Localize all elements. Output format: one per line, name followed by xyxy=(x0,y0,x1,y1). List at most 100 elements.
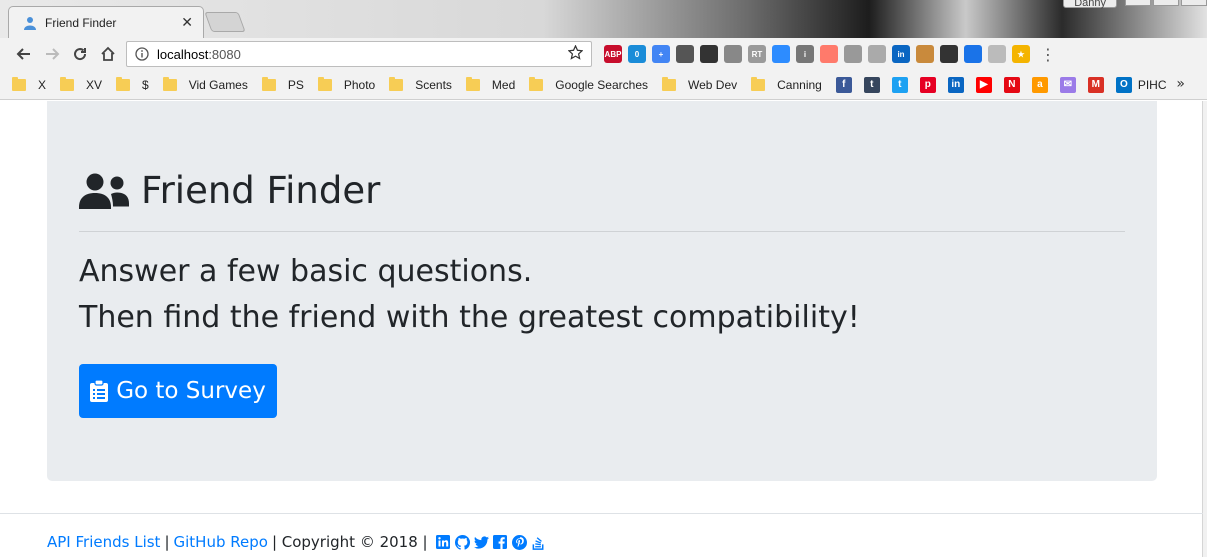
bookmark-label: Canning xyxy=(777,77,822,92)
url-text: localhost:8080 xyxy=(157,47,568,62)
bookmark-folder[interactable]: X xyxy=(12,76,46,92)
maximize-button[interactable] xyxy=(1153,0,1179,6)
bookmark-folder[interactable]: Scents xyxy=(389,76,452,92)
bookmark-star-icon[interactable] xyxy=(567,43,584,64)
page-title-text: Friend Finder xyxy=(141,169,381,212)
twitter-icon[interactable] xyxy=(473,535,489,550)
zoom-icon[interactable] xyxy=(772,45,790,63)
window-titlebar: Friend Finder ✕ Danny xyxy=(0,0,1207,38)
footer-divider xyxy=(0,513,1203,514)
swap-arrows-icon[interactable] xyxy=(964,45,982,63)
star-extension-icon[interactable]: ★ xyxy=(1012,45,1030,63)
stackoverflow-icon[interactable] xyxy=(531,535,546,550)
folder-icon xyxy=(261,76,276,91)
mail-icon[interactable]: ✉ xyxy=(1059,76,1076,93)
bookmark-pihc[interactable]: O PIHC xyxy=(1115,76,1167,93)
url-host: localhost xyxy=(157,46,209,62)
bookmark-folder[interactable]: PS xyxy=(261,76,304,92)
linkedin-icon[interactable]: in xyxy=(947,76,964,93)
profile-button[interactable]: Danny xyxy=(1063,0,1117,9)
bookmark-folder[interactable]: Photo xyxy=(317,76,375,92)
menu-icon[interactable]: ⋮ xyxy=(1040,45,1056,64)
bookmark-folder[interactable]: Google Searches xyxy=(529,76,648,92)
bookmark-folder[interactable]: XV xyxy=(60,76,102,92)
linkedin-icon[interactable] xyxy=(436,535,451,550)
image-search-icon[interactable] xyxy=(724,45,742,63)
folder-icon xyxy=(389,76,404,91)
puzzle-icon[interactable] xyxy=(844,45,862,63)
reload-icon xyxy=(74,48,87,61)
go-to-survey-button[interactable]: Go to Survey xyxy=(79,364,277,418)
folder-icon xyxy=(465,76,480,91)
gmail-icon[interactable]: M xyxy=(1087,76,1104,93)
new-tab-button[interactable] xyxy=(204,12,246,32)
arrow-right-icon[interactable] xyxy=(820,45,838,63)
pdf-icon[interactable] xyxy=(868,45,886,63)
footer: API Friends List | GitHub Repo | Copyrig… xyxy=(47,533,546,551)
close-window-button[interactable] xyxy=(1181,0,1207,6)
fullscreen-icon[interactable] xyxy=(940,45,958,63)
linkedin-icon[interactable]: in xyxy=(892,45,910,63)
bookmark-label: Google Searches xyxy=(555,77,648,92)
amazon-icon[interactable]: a xyxy=(1031,76,1048,93)
folder-icon xyxy=(162,76,177,91)
back-button[interactable] xyxy=(10,40,38,68)
info-icon[interactable]: i xyxy=(796,45,814,63)
rt-icon[interactable]: RT xyxy=(748,45,766,63)
google-plus-box-icon[interactable]: + xyxy=(652,45,670,63)
page-title: Friend Finder xyxy=(79,169,380,212)
twitter-icon[interactable]: t xyxy=(891,76,908,93)
bookmark-folder[interactable]: $ xyxy=(116,76,149,92)
github-repo-link[interactable]: GitHub Repo xyxy=(174,533,268,551)
api-friends-list-link[interactable]: API Friends List xyxy=(47,533,160,551)
tag-icon[interactable] xyxy=(916,45,934,63)
divider xyxy=(79,231,1125,232)
minimize-button[interactable] xyxy=(1125,0,1151,6)
facebook-icon[interactable] xyxy=(493,535,508,550)
footer-separator: | xyxy=(164,533,170,551)
window-controls: Danny xyxy=(1063,0,1207,9)
address-bar[interactable]: localhost:8080 xyxy=(126,41,592,67)
outlook-icon: O xyxy=(1115,76,1132,93)
go-to-survey-label: Go to Survey xyxy=(116,378,266,404)
bookmark-folder[interactable]: Vid Games xyxy=(162,76,248,92)
bookmark-folder[interactable]: Med xyxy=(465,76,515,92)
balls-icon[interactable] xyxy=(700,45,718,63)
folder-icon xyxy=(529,76,544,91)
github-icon[interactable] xyxy=(454,534,470,550)
lead-line-2: Then find the friend with the greatest c… xyxy=(79,300,860,335)
bookmark-label: Scents xyxy=(415,77,452,92)
youtube-icon[interactable]: ▶ xyxy=(975,76,992,93)
home-button[interactable] xyxy=(94,40,122,68)
home-icon xyxy=(101,46,115,61)
netflix-icon[interactable]: N xyxy=(1003,76,1020,93)
bookmark-label: PS xyxy=(287,77,304,92)
copyright-text: | Copyright © 2018 | xyxy=(271,533,428,551)
film-reel-icon[interactable] xyxy=(676,45,694,63)
folder-icon xyxy=(12,76,26,91)
circle-outline-icon[interactable] xyxy=(988,45,1006,63)
facebook-icon[interactable]: f xyxy=(835,76,852,93)
bookmark-folder[interactable]: Canning xyxy=(751,76,822,92)
pinterest-icon[interactable]: p xyxy=(919,76,936,93)
tumblr-icon[interactable]: t xyxy=(863,76,880,93)
scrollbar[interactable] xyxy=(1203,101,1207,557)
arrow-left-icon xyxy=(16,48,30,60)
browser-toolbar: localhost:8080 ABP 0 + RT i in ★ ⋮ xyxy=(0,38,1207,70)
close-icon[interactable]: ✕ xyxy=(181,15,193,31)
adblock-plus-icon[interactable]: ABP xyxy=(604,45,622,63)
extension-badge-icon[interactable]: 0 xyxy=(628,45,646,63)
reload-button[interactable] xyxy=(66,40,94,68)
lead-text: Answer a few basic questions. Then find … xyxy=(79,249,1125,341)
jumbotron: Friend Finder Answer a few basic questio… xyxy=(47,101,1157,481)
info-icon[interactable] xyxy=(135,47,149,61)
users-icon xyxy=(79,173,129,209)
browser-tab[interactable]: Friend Finder ✕ xyxy=(8,6,204,38)
bookmarks-overflow-button[interactable]: » xyxy=(1176,76,1185,92)
pinterest-icon[interactable] xyxy=(511,534,527,550)
bookmark-label: Vid Games xyxy=(188,77,248,92)
page-viewport: Friend Finder Answer a few basic questio… xyxy=(0,101,1203,557)
person-icon xyxy=(23,16,37,30)
bookmark-folder[interactable]: Web Dev xyxy=(662,76,737,92)
forward-button[interactable] xyxy=(38,40,66,68)
